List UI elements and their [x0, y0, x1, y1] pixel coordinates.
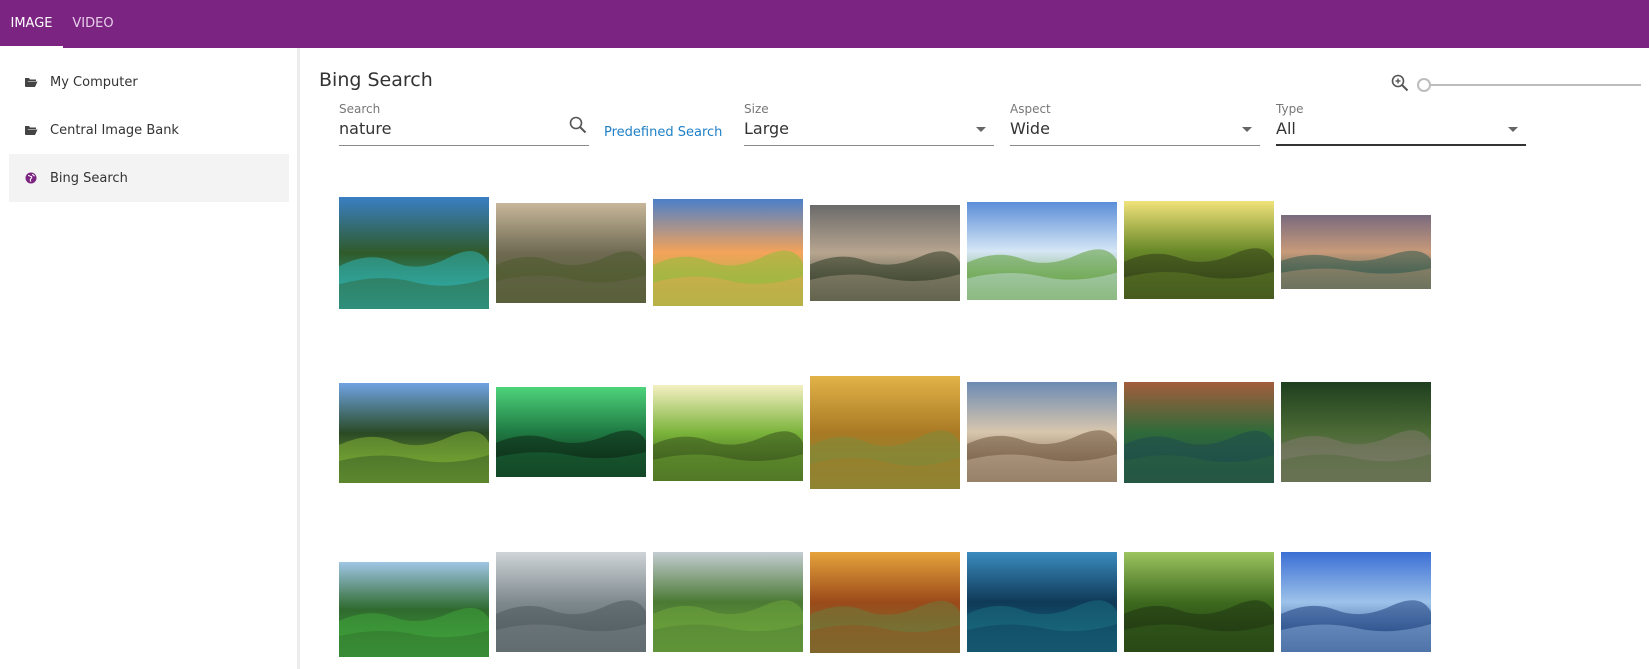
type-underline	[1276, 144, 1526, 146]
result-image[interactable]	[496, 387, 646, 477]
sidebar-item-label: Bing Search	[50, 170, 128, 186]
sidebar-item-bing-search[interactable]: Bing Search	[9, 154, 289, 202]
size-select[interactable]: Size Large	[744, 102, 994, 146]
dropdown-arrow-icon	[1508, 127, 1518, 132]
type-select[interactable]: Type All	[1276, 102, 1526, 146]
top-navbar: IMAGE VIDEO	[0, 0, 1649, 48]
result-image[interactable]	[339, 562, 489, 657]
type-label: Type	[1276, 102, 1304, 116]
size-underline	[744, 145, 994, 146]
sidebar: My Computer Central Image Bank Bing Sear…	[0, 48, 300, 669]
result-image[interactable]	[653, 552, 803, 652]
folder-open-icon	[24, 123, 38, 137]
result-image[interactable]	[967, 202, 1117, 300]
result-image[interactable]	[1281, 382, 1431, 482]
result-image[interactable]	[1124, 382, 1274, 483]
result-image[interactable]	[496, 552, 646, 652]
sidebar-item-my-computer[interactable]: My Computer	[9, 58, 289, 106]
sidebar-item-central-image-bank[interactable]: Central Image Bank	[9, 106, 289, 154]
result-image[interactable]	[339, 383, 489, 483]
size-label: Size	[744, 102, 769, 116]
search-field[interactable]: Search nature	[339, 102, 589, 146]
sidebar-item-label: My Computer	[50, 74, 138, 90]
globe-icon	[24, 171, 38, 185]
tab-video[interactable]: VIDEO	[63, 0, 123, 48]
aspect-select[interactable]: Aspect Wide	[1010, 102, 1260, 146]
result-image[interactable]	[967, 552, 1117, 652]
result-image[interactable]	[653, 199, 803, 306]
result-image[interactable]	[810, 376, 960, 489]
result-image[interactable]	[1281, 552, 1431, 652]
main-content: Bing Search Search nature Predefined Sea…	[303, 48, 1649, 669]
sidebar-item-label: Central Image Bank	[50, 122, 179, 138]
result-image[interactable]	[1281, 215, 1431, 289]
result-image[interactable]	[967, 382, 1117, 482]
result-image[interactable]	[1124, 552, 1274, 652]
dropdown-arrow-icon	[1242, 127, 1252, 132]
result-image[interactable]	[339, 197, 489, 309]
result-image[interactable]	[1124, 201, 1274, 299]
zoom-slider-thumb[interactable]	[1417, 78, 1431, 92]
result-image[interactable]	[810, 552, 960, 653]
aspect-underline	[1010, 145, 1260, 146]
zoom-in-icon	[1391, 74, 1409, 97]
aspect-value: Wide	[1010, 119, 1050, 138]
size-value: Large	[744, 119, 790, 138]
aspect-label: Aspect	[1010, 102, 1051, 116]
result-image[interactable]	[496, 203, 646, 303]
search-icon[interactable]	[569, 116, 587, 139]
search-label: Search	[339, 102, 381, 116]
search-underline	[339, 145, 589, 146]
page-title: Bing Search	[319, 69, 433, 91]
tab-image[interactable]: IMAGE	[0, 0, 63, 48]
search-input[interactable]: nature	[339, 119, 391, 138]
predefined-search-link[interactable]: Predefined Search	[604, 125, 722, 140]
folder-open-icon	[24, 75, 38, 89]
zoom-slider-track[interactable]	[1423, 84, 1641, 86]
result-image[interactable]	[810, 205, 960, 301]
zoom-control	[1391, 74, 1641, 96]
result-image[interactable]	[653, 385, 803, 481]
type-value: All	[1276, 119, 1296, 138]
dropdown-arrow-icon	[976, 127, 986, 132]
